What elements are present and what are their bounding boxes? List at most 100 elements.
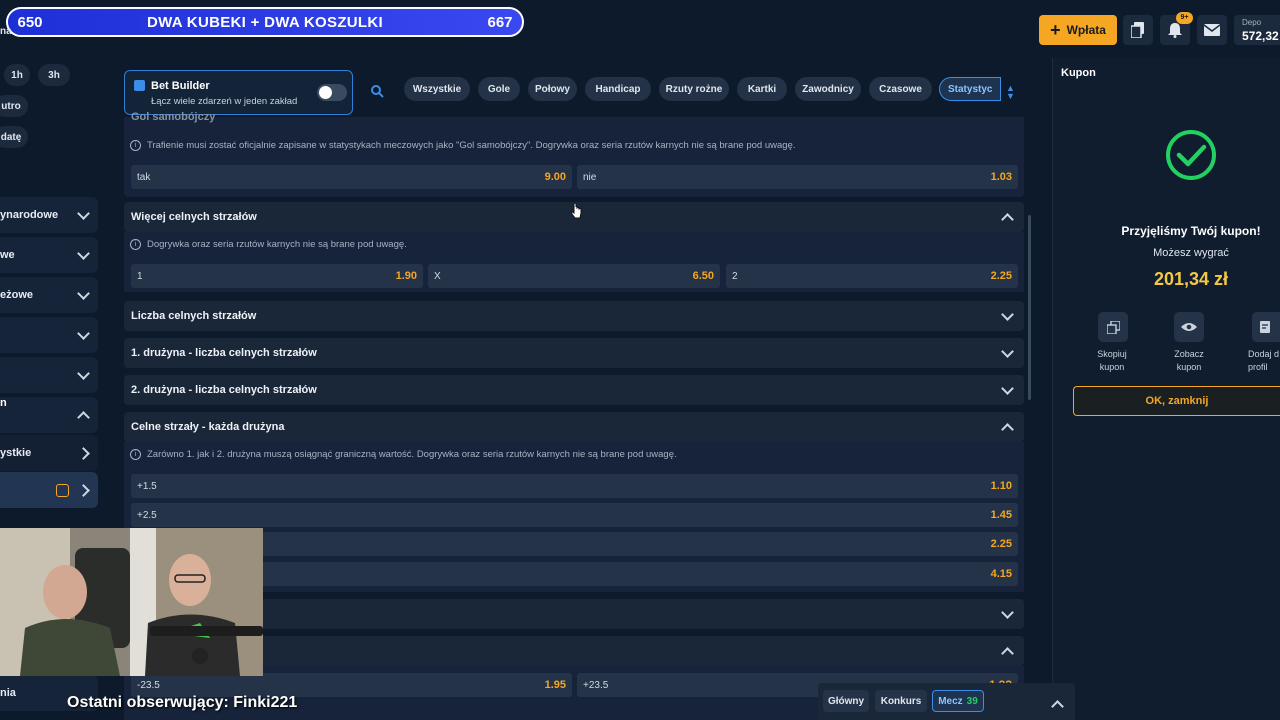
sidebar-item-6[interactable] <box>0 397 98 433</box>
filter-chip-1h[interactable]: 1h <box>4 64 30 86</box>
odd-value: 2.25 <box>990 538 1012 550</box>
market-header-team2-shots[interactable]: 2. drużyna - liczba celnych strzałów <box>124 375 1024 405</box>
market-tab-all[interactable]: Wszystkie <box>404 77 470 101</box>
market-info-text: Trafienie musi zostać oficjalnie zapisan… <box>147 140 796 151</box>
add-note-icon <box>1252 312 1280 342</box>
bet-builder-panel: Bet Builder Łącz wiele zdarzeń w jeden z… <box>124 70 353 115</box>
coupons-history-button[interactable] <box>1123 15 1153 45</box>
expand-tabs-button[interactable] <box>1051 698 1064 714</box>
chevron-down-icon <box>1001 381 1014 395</box>
balance-label: Depo <box>1242 18 1262 27</box>
banner-right-count: 667 <box>487 13 513 31</box>
odd-label: nie <box>583 171 597 183</box>
odd-label: +1.5 <box>137 480 157 492</box>
markets-scrollbar[interactable] <box>1028 215 1031 400</box>
market-header-each-team-shots[interactable]: Celne strzały - każda drużyna <box>124 412 1024 442</box>
messages-button[interactable] <box>1197 15 1227 45</box>
chevron-down-icon <box>1001 344 1014 358</box>
filter-chip-tomorrow[interactable]: utro <box>0 95 28 117</box>
odd-label: 2 <box>732 270 738 282</box>
info-icon: i <box>130 140 141 151</box>
market-tab-corners[interactable]: Rzuty rożne <box>659 77 729 101</box>
chevron-up-icon <box>1001 212 1014 226</box>
odd-label: +23.5 <box>583 679 609 691</box>
market-info-text: Dogrywka oraz seria rzutów karnych nie s… <box>147 239 407 250</box>
filter-chip-date[interactable]: datę <box>0 126 28 148</box>
chevron-right-icon <box>77 446 90 460</box>
market-tab-cards[interactable]: Kartki <box>737 77 787 101</box>
envelope-icon <box>1204 24 1220 36</box>
market-title: Liczba celnych strzałów <box>131 310 257 322</box>
odd-button[interactable]: +1.5 1.10 <box>131 474 1018 498</box>
deposit-label: Wpłata <box>1066 23 1106 37</box>
odd-value: 1.95 <box>544 679 566 691</box>
action-label-line: profil <box>1248 362 1268 372</box>
odd-value: 1.45 <box>990 509 1012 521</box>
action-label-line: Dodaj d <box>1248 349 1280 359</box>
tab-main[interactable]: Główny <box>823 690 869 712</box>
action-label-line: kupon <box>1099 362 1125 372</box>
odd-value: 4.15 <box>990 568 1012 580</box>
sidebar-subitem-all[interactable]: ystkie <box>0 435 98 471</box>
balance-box[interactable]: Depo 572,32 <box>1234 15 1280 45</box>
stream-goal-banner: 650 DWA KUBEKI + DWA KOSZULKI 667 <box>6 7 524 37</box>
chevron-down-icon <box>77 366 90 380</box>
market-tab-goals[interactable]: Gole <box>478 77 520 101</box>
market-tab-players[interactable]: Zawodnicy <box>795 77 861 101</box>
sidebar-item-3[interactable]: eżowe <box>0 277 98 313</box>
odd-label: 1 <box>137 270 143 282</box>
coupon-win-amount: 201,34 zł <box>1153 269 1229 289</box>
banner-left-count: 650 <box>17 13 43 31</box>
market-header-shots-count[interactable]: Liczba celnych strzałów <box>124 301 1024 331</box>
ok-close-button[interactable]: OK, zamknij <box>1073 386 1280 416</box>
sidebar-item-international[interactable]: ynarodowe <box>0 197 98 233</box>
market-tab-statistics[interactable]: Statystyc <box>939 77 1001 101</box>
filter-chip-3h[interactable]: 3h <box>38 64 70 86</box>
sidebar-item-label: nia <box>0 687 16 699</box>
coupon-accepted-text: Przyjęliśmy Twój kupon! <box>1121 224 1261 238</box>
sidebar-item-4[interactable] <box>0 317 98 353</box>
chevron-down-icon <box>1001 605 1014 619</box>
odd-label: tak <box>137 171 151 183</box>
view-coupon-action[interactable] <box>1174 312 1204 342</box>
bet-builder-toggle[interactable] <box>317 84 347 101</box>
odd-button[interactable]: 1 1.90 <box>131 264 423 288</box>
odd-button[interactable]: 4.15 <box>131 562 1018 586</box>
market-tab-time[interactable]: Czasowe <box>869 77 932 101</box>
coupon-title: Kupon <box>1061 67 1096 79</box>
webcam-overlay <box>0 528 263 676</box>
sidebar-item-2[interactable]: we <box>0 237 98 273</box>
sidebar-subitem-active[interactable] <box>0 472 98 508</box>
odd-button[interactable]: tak 9.00 <box>131 165 572 189</box>
balance-value: 572,32 <box>1242 29 1279 43</box>
copy-coupon-action[interactable] <box>1097 312 1129 342</box>
odd-button[interactable]: +2.5 1.45 <box>131 503 1018 527</box>
market-title: 1. drużyna - liczba celnych strzałów <box>131 347 317 359</box>
odd-label: +2.5 <box>137 509 157 521</box>
tab-match[interactable]: Mecz 39 <box>932 690 984 712</box>
sidebar-item-5[interactable] <box>0 357 98 393</box>
tabs-scroll-icon[interactable]: ▲ ▼ <box>1006 84 1015 101</box>
market-tab-handicap[interactable]: Handicap <box>585 77 651 101</box>
action-label-line: Zobacz <box>1174 349 1204 359</box>
action-label-line: Skopiuj <box>1097 349 1127 359</box>
odd-value: 9.00 <box>544 171 566 183</box>
copy-coupon-label: Skopiuj kupon <box>1082 348 1142 374</box>
chevron-right-icon <box>77 483 90 497</box>
market-tab-halves[interactable]: Połowy <box>528 77 577 101</box>
odd-button[interactable]: 2 2.25 <box>726 264 1018 288</box>
odd-button[interactable]: 2.25 <box>131 532 1018 556</box>
odd-button[interactable]: X 6.50 <box>428 264 720 288</box>
odd-label: X <box>434 270 441 282</box>
deposit-button[interactable]: + Wpłata <box>1039 15 1117 45</box>
market-header-team1-shots[interactable]: 1. drużyna - liczba celnych strzałów <box>124 338 1024 368</box>
add-to-profile-action[interactable] <box>1252 312 1280 342</box>
odd-button[interactable]: nie 1.03 <box>577 165 1018 189</box>
odd-value: 1.03 <box>990 171 1012 183</box>
info-icon: i <box>130 449 141 460</box>
tab-contest[interactable]: Konkurs <box>875 690 927 712</box>
search-icon <box>371 85 384 98</box>
documents-icon <box>1131 22 1144 38</box>
tab-match-label: Mecz <box>938 695 963 707</box>
market-search-button[interactable] <box>371 85 384 101</box>
